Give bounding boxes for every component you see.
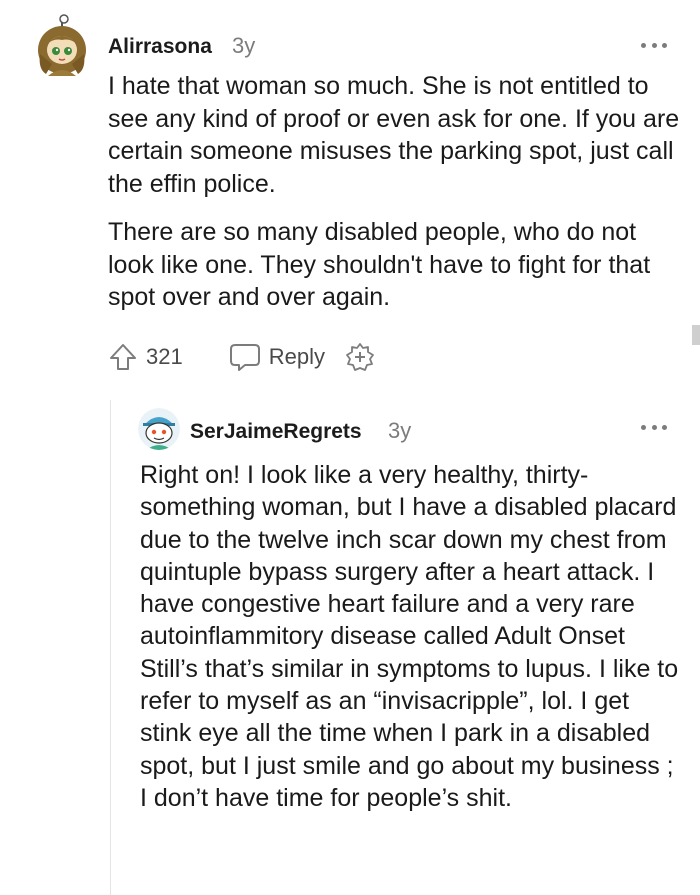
- avatar-robot-icon: [138, 408, 180, 450]
- comment-age: 3y: [232, 33, 256, 58]
- add-award-icon: [346, 343, 374, 371]
- comment-paragraph: Right on! I look like a very healthy, th…: [140, 461, 679, 812]
- comment-paragraph: There are so many disabled people, who d…: [108, 218, 651, 311]
- username[interactable]: Alirrasona: [108, 35, 212, 59]
- avatar-girl-icon: [38, 14, 86, 76]
- thread-line[interactable]: [110, 400, 111, 895]
- comment-body: Right on! I look like a very healthy, th…: [140, 459, 685, 814]
- comment-age: 3y: [388, 418, 412, 443]
- comment-actions: 321 Reply: [108, 340, 375, 374]
- user-avatar[interactable]: [36, 14, 88, 76]
- vote-count: 321: [146, 344, 183, 369]
- user-avatar[interactable]: [138, 408, 180, 450]
- speech-bubble-icon: [229, 344, 260, 371]
- username[interactable]: SerJaimeRegrets: [190, 420, 362, 444]
- comment-body: I hate that woman so much. She is not en…: [108, 70, 683, 314]
- more-options-icon[interactable]: [641, 421, 667, 433]
- add-award-button[interactable]: [345, 342, 375, 372]
- reply-button[interactable]: Reply: [229, 342, 325, 372]
- upvote-arrow-icon: [110, 344, 136, 370]
- reply-label: Reply: [268, 344, 325, 369]
- comment-paragraph: I hate that woman so much. She is not en…: [108, 72, 680, 198]
- more-options-icon[interactable]: [641, 39, 667, 51]
- scrollbar-thumb[interactable]: [692, 325, 700, 345]
- upvote-button[interactable]: 321: [108, 342, 183, 372]
